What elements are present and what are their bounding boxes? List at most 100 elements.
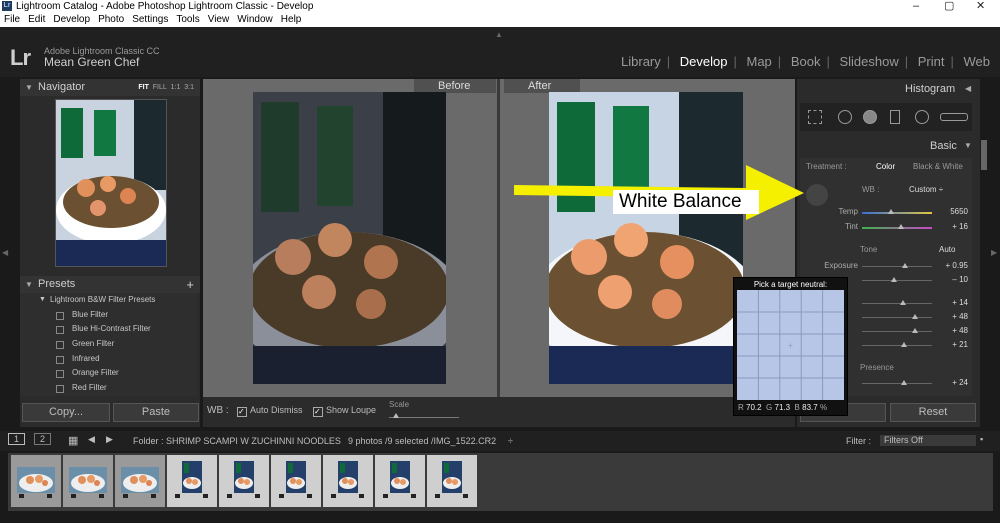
list-item[interactable]: Orange Filter	[20, 366, 198, 382]
filmstrip-thumbnail[interactable]	[219, 455, 269, 507]
navigator-header[interactable]: ▼ Navigator FIT FILL 1:1 3:1	[20, 79, 200, 96]
scrollbar[interactable]	[981, 140, 987, 170]
module-book[interactable]: Book	[791, 54, 821, 69]
collapse-icon[interactable]: ◀	[965, 84, 971, 93]
wb-select[interactable]: Custom ÷	[909, 185, 943, 194]
close-icon[interactable]: ✕	[976, 0, 985, 12]
slider-knob[interactable]	[901, 342, 907, 347]
slider-knob[interactable]	[901, 380, 907, 385]
photo-count-dropdown-icon[interactable]: ÷	[508, 436, 513, 446]
menu-photo[interactable]: Photo	[94, 13, 128, 27]
paste-button[interactable]: Paste	[113, 403, 199, 422]
navigator-preview[interactable]	[55, 99, 167, 267]
module-library[interactable]: Library	[621, 54, 661, 69]
list-item[interactable]: Green Filter	[20, 337, 198, 352]
filmstrip-thumbnail[interactable]	[167, 455, 217, 507]
adjustment-brush-icon[interactable]	[940, 113, 968, 121]
forward-arrow-icon[interactable]: ▶	[106, 434, 113, 445]
module-slideshow[interactable]: Slideshow	[839, 54, 898, 69]
exposure-slider[interactable]: Exposure + 0.95	[800, 261, 970, 273]
checkbox-checked-icon: ✓	[313, 407, 323, 417]
menu-edit[interactable]: Edit	[24, 13, 49, 27]
module-map[interactable]: Map	[747, 54, 772, 69]
treatment-color[interactable]: Color	[876, 162, 895, 171]
menu-develop[interactable]: Develop	[49, 13, 94, 27]
menu-view[interactable]: View	[204, 13, 234, 27]
temp-slider[interactable]: Temp 5650	[800, 207, 970, 219]
filmstrip-thumbnail[interactable]	[63, 455, 113, 507]
presets-header[interactable]: ▼ Presets +	[20, 276, 200, 293]
list-item[interactable]: Blue Hi-Contrast Filter	[20, 322, 198, 338]
module-web[interactable]: Web	[964, 54, 991, 69]
slider-knob[interactable]	[890, 277, 897, 282]
zoom-3-1[interactable]: 3:1	[184, 84, 194, 91]
filmstrip-thumbnail[interactable]	[323, 455, 373, 507]
filmstrip-thumbnail[interactable]	[115, 455, 165, 507]
minimize-icon[interactable]: –	[913, 0, 919, 12]
copy-button[interactable]: Copy...	[22, 403, 110, 422]
photo-count[interactable]: 9 photos /9 selected /IMG_1522.CR2	[348, 436, 496, 446]
graduated-filter-icon[interactable]	[890, 110, 900, 124]
histogram-title[interactable]: Histogram	[905, 83, 955, 95]
crop-icon[interactable]	[808, 110, 822, 124]
menu-tools[interactable]: Tools	[172, 13, 203, 27]
add-preset-icon[interactable]: +	[186, 276, 194, 293]
slider-value[interactable]: 5650	[928, 207, 968, 216]
filter-select[interactable]: Filters Off	[880, 435, 976, 446]
spot-removal-icon[interactable]	[838, 110, 852, 124]
list-item[interactable]: Infrared	[20, 351, 198, 367]
radial-filter-icon[interactable]	[915, 110, 929, 124]
slider-knob[interactable]	[899, 300, 906, 305]
slider-knob[interactable]	[911, 328, 918, 333]
collapse-left-icon[interactable]: ◀	[2, 248, 8, 257]
show-loupe-toggle[interactable]: ✓ Show Loupe	[313, 405, 376, 417]
menu-help[interactable]: Help	[277, 13, 306, 27]
filmstrip-thumbnail[interactable]	[427, 455, 477, 507]
page-1-button[interactable]: 1	[8, 433, 26, 445]
tone-auto-button[interactable]: Auto	[939, 245, 955, 254]
slider-knob[interactable]	[888, 209, 895, 214]
preset-group[interactable]: ▼ Lightroom B&W Filter Presets	[20, 293, 198, 308]
collapse-right-icon[interactable]: ▶	[991, 248, 997, 257]
collapse-icon: ▼	[25, 280, 33, 289]
after-image[interactable]	[530, 92, 760, 384]
treatment-bw[interactable]: Black & White	[913, 162, 963, 171]
zoom-fit[interactable]: FIT	[138, 84, 149, 91]
wb-eyedropper-icon[interactable]	[806, 184, 828, 206]
tint-slider[interactable]: Tint + 16	[800, 222, 970, 234]
picker-rgb-readout: R 70.2 G 71.3 B 83.7 %	[738, 403, 828, 412]
filmstrip-thumbnail[interactable]	[375, 455, 425, 507]
back-arrow-icon[interactable]: ◀	[88, 434, 95, 445]
red-eye-icon[interactable]	[863, 110, 877, 124]
scale-slider-knob[interactable]	[393, 413, 399, 418]
filmstrip-thumbnail[interactable]	[11, 455, 61, 507]
slider-knob[interactable]	[897, 224, 904, 229]
zoom-fill[interactable]: FILL	[153, 84, 167, 91]
maximize-icon[interactable]: ▢	[944, 0, 954, 12]
slider-knob[interactable]	[902, 263, 909, 268]
before-image[interactable]	[234, 92, 464, 384]
menu-window[interactable]: Window	[233, 13, 277, 27]
module-print[interactable]: Print	[918, 54, 945, 69]
slider-track[interactable]	[862, 212, 932, 214]
scale-slider[interactable]	[389, 417, 459, 418]
thumbnail-image	[175, 461, 208, 498]
list-item[interactable]: Red Filter	[20, 381, 198, 396]
thumbnail-image	[227, 461, 260, 498]
menu-settings[interactable]: Settings	[128, 13, 172, 27]
auto-dismiss-toggle[interactable]: ✓ Auto Dismiss	[237, 405, 303, 417]
module-develop[interactable]: Develop	[680, 54, 728, 69]
slider-knob[interactable]	[911, 314, 918, 319]
collapse-top-icon[interactable]: ▲	[495, 30, 503, 39]
lock-icon[interactable]: ▪	[980, 434, 983, 444]
reset-button[interactable]: Reset	[890, 403, 976, 422]
slider-value[interactable]: + 16	[928, 222, 968, 231]
menu-file[interactable]: File	[0, 13, 24, 27]
list-item[interactable]: Blue Filter	[20, 307, 198, 323]
grid-view-icon[interactable]: ▦	[68, 434, 78, 447]
filmstrip-thumbnail[interactable]	[271, 455, 321, 507]
zoom-1-1[interactable]: 1:1	[171, 84, 181, 91]
basic-title[interactable]: Basic	[930, 140, 957, 152]
page-2-button[interactable]: 2	[34, 433, 52, 445]
expand-icon[interactable]: ▼	[964, 141, 972, 150]
